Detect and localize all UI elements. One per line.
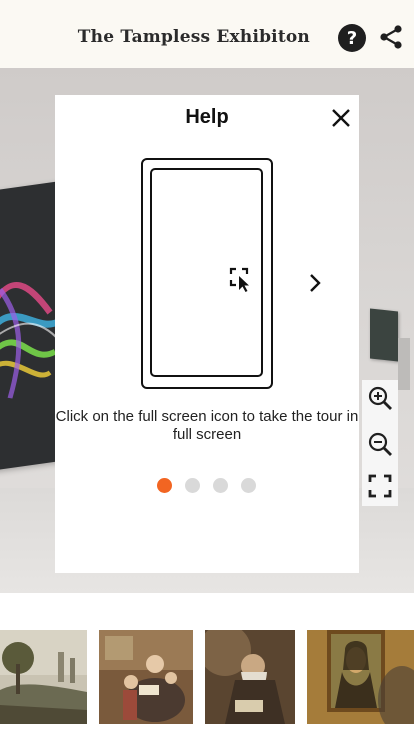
artwork-neural-fibers bbox=[0, 282, 60, 399]
help-instruction-text: Click on the full screen icon to take th… bbox=[55, 408, 359, 443]
pagination-dot[interactable] bbox=[241, 478, 256, 493]
zoom-out-icon bbox=[368, 432, 392, 456]
pagination-dot[interactable] bbox=[185, 478, 200, 493]
zoom-in-button[interactable] bbox=[366, 384, 394, 412]
pagination-dot[interactable] bbox=[157, 478, 172, 493]
share-icon[interactable] bbox=[378, 24, 404, 50]
app-header: The Tampless Exhibiton ? bbox=[0, 0, 414, 68]
close-icon[interactable] bbox=[330, 107, 352, 129]
exhibition-title: The Tampless Exhibiton bbox=[77, 27, 310, 47]
right-wall-artwork[interactable] bbox=[370, 308, 398, 362]
thumbnail-family-reading-painting[interactable] bbox=[99, 630, 193, 724]
fullscreen-button[interactable] bbox=[366, 472, 394, 500]
thumbnail-mona-lisa-painting[interactable] bbox=[307, 630, 414, 724]
thumbnail-strip bbox=[0, 593, 414, 736]
fullscreen-icon bbox=[368, 474, 392, 498]
fullscreen-cursor-icon bbox=[229, 267, 249, 292]
thumbnail-old-scholar-painting[interactable] bbox=[205, 630, 295, 724]
thumbnail-landscape-painting[interactable] bbox=[0, 630, 87, 724]
zoom-controls bbox=[362, 380, 398, 506]
help-button[interactable]: ? bbox=[338, 24, 366, 52]
pagination-dots bbox=[157, 478, 267, 494]
chevron-right-icon[interactable] bbox=[307, 272, 323, 294]
left-wall-artwork[interactable] bbox=[0, 181, 60, 471]
zoom-out-button[interactable] bbox=[366, 430, 394, 458]
question-icon: ? bbox=[346, 27, 358, 49]
right-wall-artwork-edge bbox=[398, 338, 410, 390]
zoom-in-icon bbox=[368, 386, 392, 410]
pagination-dot[interactable] bbox=[213, 478, 228, 493]
